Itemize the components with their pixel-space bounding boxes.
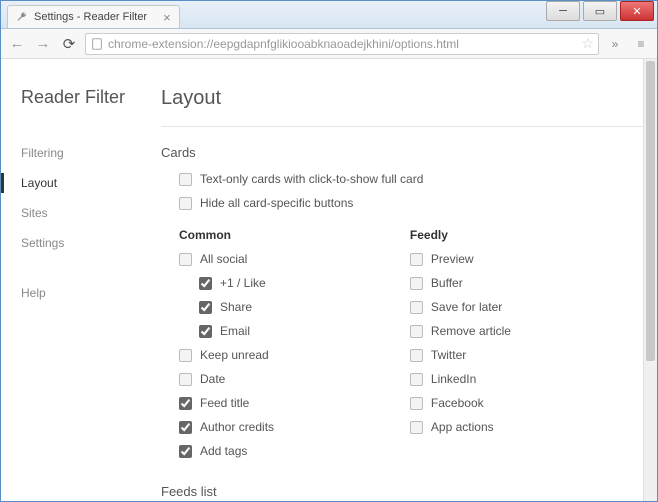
option-label: Buffer — [431, 276, 463, 290]
sidebar-item-layout[interactable]: Layout — [21, 168, 161, 198]
option-facebook: Facebook — [410, 396, 647, 410]
checkbox-share[interactable] — [199, 301, 212, 314]
option-label: Remove article — [431, 324, 511, 338]
option-label: Author credits — [200, 420, 274, 434]
option-feed-title: Feed title — [179, 396, 410, 410]
divider — [161, 126, 647, 127]
cards-columns: Common All social +1 / Like Share — [161, 220, 647, 468]
option-keep-unread: Keep unread — [179, 348, 410, 362]
option-app-actions: App actions — [410, 420, 647, 434]
section-feeds-list-heading: Feeds list — [161, 484, 647, 499]
url-text: chrome-extension://eepgdapnfglikiooabkna… — [108, 37, 577, 51]
overflow-icon[interactable]: » — [605, 34, 625, 54]
vertical-scrollbar[interactable] — [643, 59, 657, 501]
checkbox-all-social[interactable] — [179, 253, 192, 266]
option-all-social: All social — [179, 252, 410, 266]
checkbox-save-for-later[interactable] — [410, 301, 423, 314]
option-label: Keep unread — [200, 348, 269, 362]
app-title: Reader Filter — [21, 87, 161, 108]
sidebar-item-settings[interactable]: Settings — [21, 228, 161, 258]
url-field[interactable]: chrome-extension://eepgdapnfglikiooabkna… — [85, 33, 599, 55]
scrollbar-thumb[interactable] — [646, 61, 655, 361]
option-label: Save for later — [431, 300, 502, 314]
option-label: Email — [220, 324, 250, 338]
checkbox-facebook[interactable] — [410, 397, 423, 410]
titlebar: Settings - Reader Filter × ─ ▭ ✕ — [1, 1, 657, 29]
browser-window: Settings - Reader Filter × ─ ▭ ✕ ← → ⟳ c… — [0, 0, 658, 502]
bookmark-star-icon[interactable]: ☆ — [581, 35, 594, 52]
checkbox-remove-article[interactable] — [410, 325, 423, 338]
checkbox-feed-title[interactable] — [179, 397, 192, 410]
option-text-only-cards: Text-only cards with click-to-show full … — [179, 172, 647, 186]
checkbox-app-actions[interactable] — [410, 421, 423, 434]
checkbox-preview[interactable] — [410, 253, 423, 266]
content-area: Reader Filter Filtering Layout Sites Set… — [1, 59, 657, 501]
option-hide-card-buttons: Hide all card-specific buttons — [179, 196, 647, 210]
option-label: LinkedIn — [431, 372, 476, 386]
option-label: Twitter — [431, 348, 466, 362]
option-add-tags: Add tags — [179, 444, 410, 458]
option-preview: Preview — [410, 252, 647, 266]
option-label: Hide all card-specific buttons — [200, 196, 353, 210]
option-label: Text-only cards with click-to-show full … — [200, 172, 423, 186]
checkbox-linkedin[interactable] — [410, 373, 423, 386]
subheading-feedly: Feedly — [410, 228, 647, 242]
checkbox-date[interactable] — [179, 373, 192, 386]
checkbox-email[interactable] — [199, 325, 212, 338]
option-label: Facebook — [431, 396, 484, 410]
option-author-credits: Author credits — [179, 420, 410, 434]
browser-tab[interactable]: Settings - Reader Filter × — [7, 5, 180, 28]
column-common: Common All social +1 / Like Share — [161, 220, 410, 468]
checkbox-plus-one-like[interactable] — [199, 277, 212, 290]
option-label: Date — [200, 372, 225, 386]
maximize-button[interactable]: ▭ — [583, 1, 617, 21]
tab-title: Settings - Reader Filter — [34, 11, 147, 23]
subheading-common: Common — [179, 228, 410, 242]
hamburger-menu-icon[interactable]: ≡ — [631, 34, 651, 54]
option-save-for-later: Save for later — [410, 300, 647, 314]
sidebar-item-sites[interactable]: Sites — [21, 198, 161, 228]
close-tab-icon[interactable]: × — [163, 10, 171, 25]
window-controls: ─ ▭ ✕ — [546, 1, 657, 28]
wrench-icon — [16, 11, 28, 23]
forward-button[interactable]: → — [33, 34, 53, 54]
page-icon — [90, 37, 104, 51]
option-date: Date — [179, 372, 410, 386]
checkbox-add-tags[interactable] — [179, 445, 192, 458]
checkbox-text-only-cards[interactable] — [179, 173, 192, 186]
option-label: Add tags — [200, 444, 247, 458]
checkbox-author-credits[interactable] — [179, 421, 192, 434]
sidebar-item-filtering[interactable]: Filtering — [21, 138, 161, 168]
option-label: Preview — [431, 252, 474, 266]
column-feedly: Feedly Preview Buffer Save for later — [410, 220, 647, 468]
section-cards-heading: Cards — [161, 145, 647, 160]
option-label: Feed title — [200, 396, 249, 410]
checkbox-keep-unread[interactable] — [179, 349, 192, 362]
option-buffer: Buffer — [410, 276, 647, 290]
option-label: Share — [220, 300, 252, 314]
back-button[interactable]: ← — [7, 34, 27, 54]
minimize-button[interactable]: ─ — [546, 1, 580, 21]
close-window-button[interactable]: ✕ — [620, 1, 654, 21]
address-bar: ← → ⟳ chrome-extension://eepgdapnfglikio… — [1, 29, 657, 59]
option-twitter: Twitter — [410, 348, 647, 362]
option-email: Email — [199, 324, 410, 338]
main-panel: Layout Cards Text-only cards with click-… — [161, 59, 657, 501]
option-share: Share — [199, 300, 410, 314]
option-label: App actions — [431, 420, 494, 434]
reload-button[interactable]: ⟳ — [59, 34, 79, 54]
option-remove-article: Remove article — [410, 324, 647, 338]
checkbox-buffer[interactable] — [410, 277, 423, 290]
page-title: Layout — [161, 87, 647, 110]
checkbox-twitter[interactable] — [410, 349, 423, 362]
option-plus-one-like: +1 / Like — [199, 276, 410, 290]
option-label: +1 / Like — [220, 276, 266, 290]
option-linkedin: LinkedIn — [410, 372, 647, 386]
checkbox-hide-card-buttons[interactable] — [179, 197, 192, 210]
option-label: All social — [200, 252, 247, 266]
sidebar: Reader Filter Filtering Layout Sites Set… — [1, 59, 161, 501]
sidebar-item-help[interactable]: Help — [21, 278, 161, 308]
